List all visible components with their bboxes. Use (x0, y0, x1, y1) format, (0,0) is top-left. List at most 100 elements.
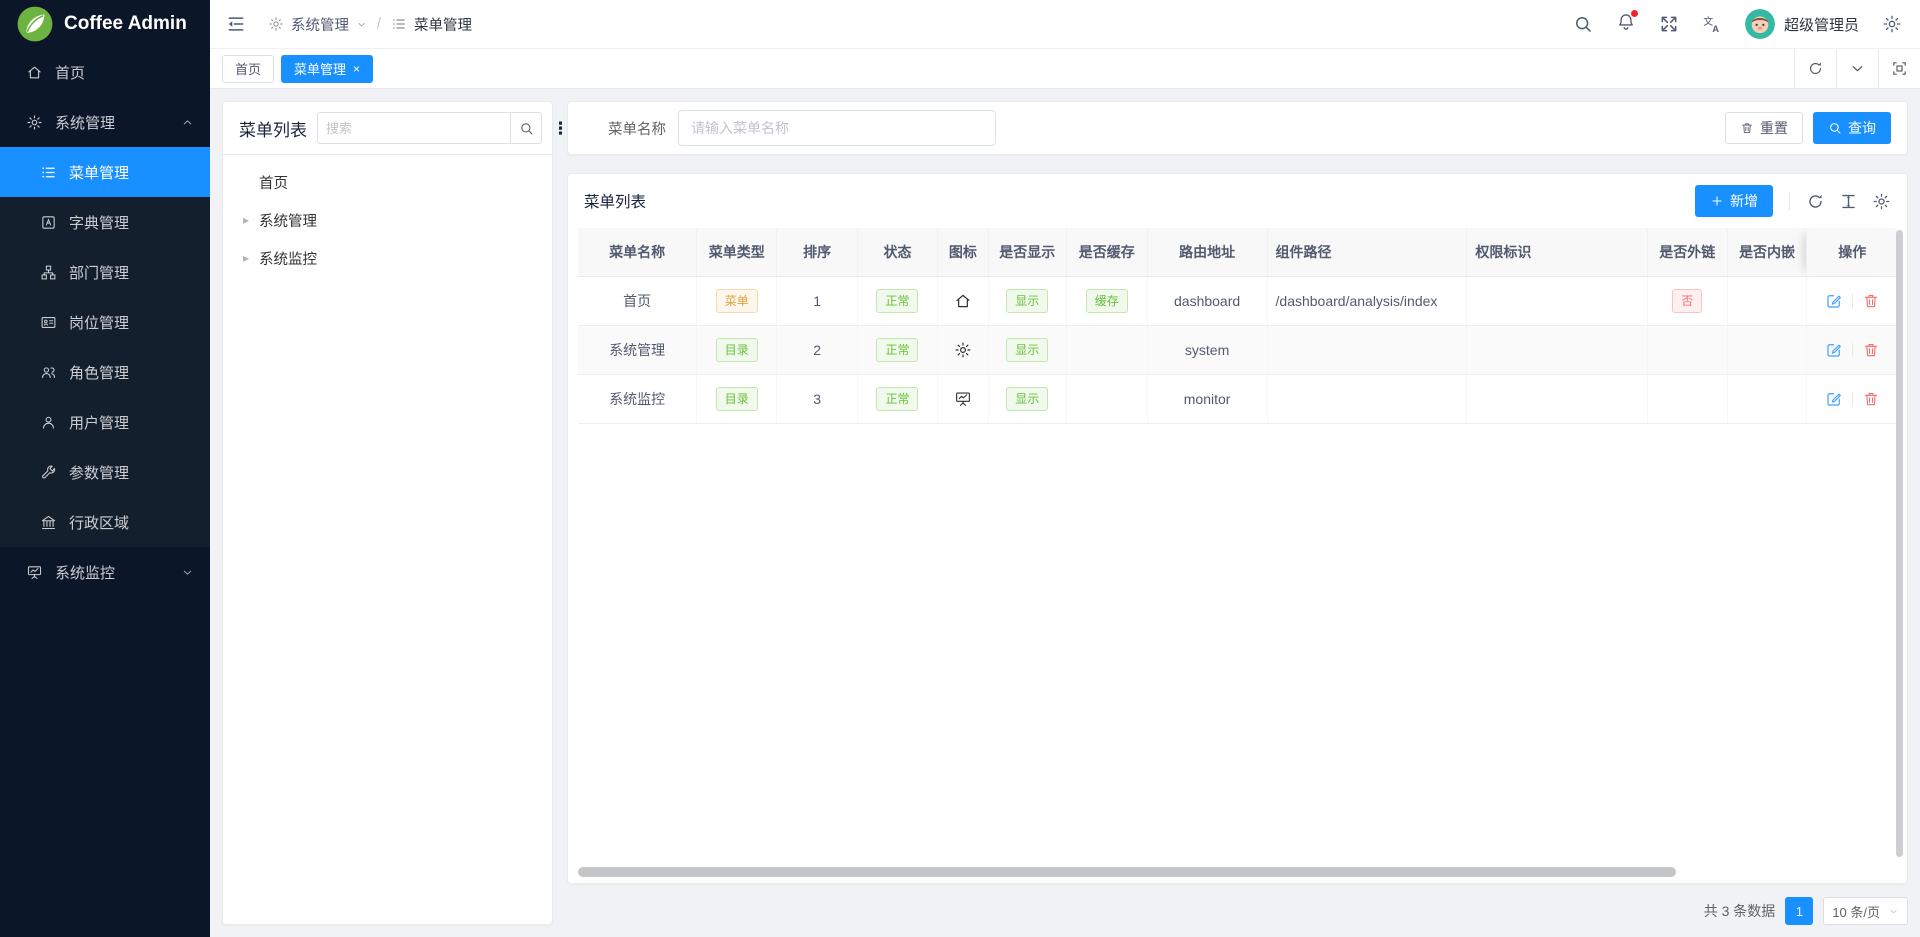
menu-name-label: 菜单名称 (608, 118, 666, 139)
delete-trash-icon[interactable] (1862, 390, 1880, 408)
delete-trash-icon[interactable] (1862, 292, 1880, 310)
gear-icon (268, 16, 284, 32)
sidebar-item-label: 首页 (55, 62, 85, 83)
vertical-scrollbar[interactable] (1896, 230, 1903, 857)
notifications-button[interactable] (1616, 12, 1636, 37)
sidebar-item-home[interactable]: 首页 (0, 47, 210, 97)
translate-icon[interactable] (1702, 14, 1722, 34)
col-header-icon: 图标 (937, 228, 988, 276)
reset-button[interactable]: 重置 (1725, 112, 1803, 144)
row-density-icon[interactable] (1839, 192, 1858, 211)
tree-panel-header: 菜单列表 ⋮ (223, 102, 552, 155)
sidebar-item-dictionary-management[interactable]: 字典管理 (0, 197, 210, 247)
cell-cache (1066, 374, 1147, 423)
edit-icon[interactable] (1825, 292, 1843, 310)
cell-route: system (1147, 325, 1267, 374)
app-root: Coffee Admin 首页 系统管理 菜单管理 字典管理 (0, 0, 1920, 937)
settings-gear-icon[interactable] (1882, 14, 1902, 34)
refresh-tab-button[interactable] (1794, 49, 1836, 88)
col-header-actions: 操作 (1807, 228, 1897, 276)
cache-badge: 缓存 (1086, 289, 1128, 313)
menu-table: 菜单名称 菜单类型 排序 状态 图标 是否显示 是否缓存 路由地址 组件路径 (578, 228, 1897, 424)
tree-item-home[interactable]: 首页 (223, 163, 552, 201)
fullscreen-icon[interactable] (1659, 14, 1679, 34)
col-header-cache: 是否缓存 (1066, 228, 1147, 276)
cell-component: /dashboard/analysis/index (1267, 276, 1467, 325)
menu-name-input[interactable] (678, 110, 996, 146)
cell-permission (1467, 374, 1647, 423)
cell-icon (937, 276, 988, 325)
cell-status: 正常 (858, 374, 938, 423)
visible-badge: 显示 (1006, 289, 1048, 313)
app-logo[interactable]: Coffee Admin (0, 0, 210, 47)
query-button[interactable]: 查询 (1813, 112, 1891, 144)
page-size-select[interactable]: 10 条/页 (1823, 897, 1908, 925)
user-icon (40, 414, 57, 431)
cell-actions (1807, 325, 1897, 374)
cell-icon (937, 325, 988, 374)
col-header-status: 状态 (858, 228, 938, 276)
tab-home[interactable]: 首页 (222, 55, 274, 83)
col-header-embedded: 是否内嵌 (1727, 228, 1807, 276)
cell-component (1267, 374, 1467, 423)
sidebar-item-administrative-region[interactable]: 行政区域 (0, 497, 210, 547)
close-icon[interactable]: × (353, 63, 360, 75)
caret-right-icon[interactable]: ▸ (243, 251, 259, 265)
edit-icon[interactable] (1825, 341, 1843, 359)
tab-options-button[interactable] (1836, 49, 1878, 88)
header-actions: 超级管理员 (1573, 9, 1902, 39)
tree-item-system-management[interactable]: ▸ 系统管理 (223, 201, 552, 239)
action-divider (1852, 392, 1853, 406)
sidebar-item-label: 用户管理 (69, 412, 129, 433)
tree-search-button[interactable] (510, 112, 542, 144)
cell-permission (1467, 276, 1647, 325)
column-settings-gear-icon[interactable] (1872, 192, 1891, 211)
chevron-up-icon (181, 116, 194, 129)
search-icon (519, 121, 534, 136)
sidebar-item-menu-management[interactable]: 菜单管理 (0, 147, 210, 197)
tab-menu-management[interactable]: 菜单管理 × (281, 55, 373, 83)
sidebar-item-role-management[interactable]: 角色管理 (0, 347, 210, 397)
chevron-down-icon (1888, 906, 1899, 917)
tree-item-system-monitor[interactable]: ▸ 系统监控 (223, 239, 552, 277)
cell-menu-name: 系统监控 (578, 374, 697, 423)
sidebar-item-system-monitor[interactable]: 系统监控 (0, 547, 210, 597)
tab-label: 菜单管理 (294, 59, 346, 78)
tree-item-label: 首页 (259, 172, 288, 193)
delete-trash-icon[interactable] (1862, 341, 1880, 359)
cell-external (1647, 325, 1727, 374)
chevron-down-icon (1849, 60, 1866, 77)
page-size-value: 10 条/页 (1832, 902, 1880, 921)
sidebar-item-parameter-management[interactable]: 参数管理 (0, 447, 210, 497)
collapse-sidebar-icon[interactable] (226, 14, 246, 34)
maximize-icon (1891, 60, 1908, 77)
roles-icon (40, 364, 57, 381)
tab-controls (1794, 49, 1920, 88)
horizontal-scrollbar[interactable] (578, 867, 1676, 877)
cell-menu-type: 目录 (697, 374, 777, 423)
sidebar-item-user-management[interactable]: 用户管理 (0, 397, 210, 447)
add-button[interactable]: 新增 (1695, 185, 1773, 217)
caret-right-icon[interactable]: ▸ (243, 213, 259, 227)
maximize-content-button[interactable] (1878, 49, 1920, 88)
cell-actions (1807, 374, 1897, 423)
cell-visible: 显示 (988, 325, 1066, 374)
breadcrumb-item-system[interactable]: 系统管理 (291, 14, 349, 35)
sidebar-item-department-management[interactable]: 部门管理 (0, 247, 210, 297)
tree-search-input[interactable] (317, 112, 510, 144)
page-number-button[interactable]: 1 (1785, 897, 1813, 925)
cell-order: 1 (777, 276, 858, 325)
sidebar-item-system-management[interactable]: 系统管理 (0, 97, 210, 147)
refresh-table-icon[interactable] (1806, 192, 1825, 211)
refresh-icon (1807, 60, 1824, 77)
edit-icon[interactable] (1825, 390, 1843, 408)
user-name: 超级管理员 (1784, 14, 1859, 35)
search-icon[interactable] (1573, 14, 1593, 34)
sidebar-item-label: 字典管理 (69, 212, 129, 233)
sidebar-item-post-management[interactable]: 岗位管理 (0, 297, 210, 347)
col-header-menu-type: 菜单类型 (697, 228, 777, 276)
user-menu[interactable]: 超级管理员 (1745, 9, 1859, 39)
cell-embedded (1727, 374, 1807, 423)
menu-table-card: 菜单列表 新增 (567, 173, 1908, 884)
chevron-down-icon[interactable] (356, 19, 367, 30)
